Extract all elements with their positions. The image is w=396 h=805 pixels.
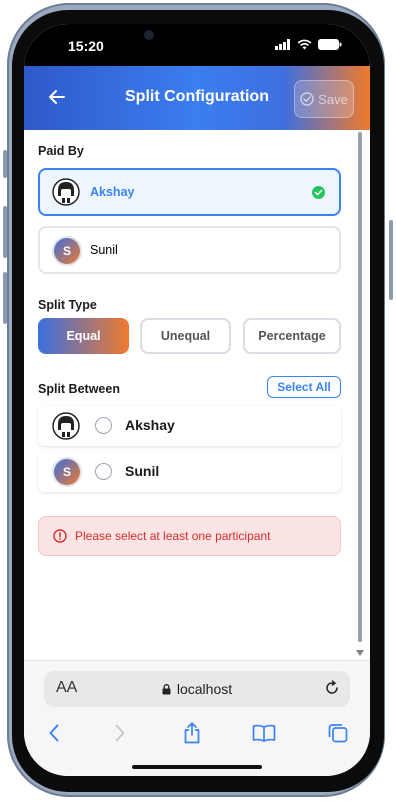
tabs-button[interactable] [324,719,352,747]
browser-chrome: AA localhost [24,660,370,776]
paid-by-label: Paid By [38,144,84,158]
lock-icon [162,683,171,694]
participant-row-sunil[interactable]: S Sunil [38,452,341,492]
bookmarks-button[interactable] [250,719,278,747]
split-type-label: Split Type [38,298,97,312]
mute-switch [3,150,7,178]
participant-name: Akshay [125,417,175,433]
battery-icon [318,39,342,50]
browser-back-button[interactable] [40,719,68,747]
split-type-unequal-button[interactable]: Unequal [140,318,231,354]
book-icon [252,724,276,742]
wifi-icon [297,39,312,50]
avatar [52,178,80,206]
status-time: 15:20 [68,38,104,54]
front-camera [144,30,154,40]
paid-by-name: Akshay [90,185,135,199]
share-icon [184,722,200,744]
participant-row-akshay[interactable]: Akshay [38,406,341,446]
url-text: localhost [176,681,233,697]
browser-forward-button[interactable] [106,719,134,747]
volume-down-button [3,272,7,324]
share-button[interactable] [178,719,206,747]
cartoon-avatar-icon [52,178,80,206]
split-between-label: Split Between [38,382,120,396]
error-message: Please select at least one participant [38,516,341,556]
home-indicator [132,765,262,769]
save-label: Save [318,91,348,107]
participant-checkbox[interactable] [95,417,112,434]
avatar [52,412,80,440]
split-type-equal-button[interactable]: Equal [38,318,129,354]
split-type-percentage-button[interactable]: Percentage [243,318,341,354]
split-type-group: Equal Unequal Percentage [38,318,341,354]
error-text: Please select at least one participant [75,529,271,543]
participant-name: Sunil [125,463,160,479]
main-content: Paid By Akshay S Sunil Split Type Equal [24,130,370,660]
participant-checkbox[interactable] [95,463,112,480]
volume-up-button [3,206,7,258]
avatar: S [54,238,80,264]
save-button[interactable]: Save [294,80,354,118]
reload-icon [326,680,338,694]
power-button [389,220,393,300]
scroll-down-arrow-icon[interactable] [356,650,364,656]
cartoon-avatar-icon [52,412,80,440]
paid-by-option-akshay[interactable]: Akshay [38,168,341,216]
address-bar[interactable]: AA localhost [44,671,350,707]
chevron-right-icon [115,724,125,742]
reload-button[interactable] [324,680,340,701]
app-header: Split Configuration Save [24,66,370,130]
status-bar: 15:20 [24,24,370,66]
check-circle-icon [312,186,325,199]
avatar: S [54,459,80,485]
tabs-icon [328,724,348,743]
chevron-left-icon [49,724,59,742]
alert-circle-icon [53,529,67,543]
scrollbar[interactable] [358,132,362,642]
paid-by-name: Sunil [90,243,118,257]
select-all-button[interactable]: Select All [267,376,341,398]
screen: 15:20 Split Configuration Save Paid By A… [24,24,370,776]
check-circle-icon [300,92,314,106]
status-icons [275,39,342,50]
cellular-signal-icon [275,39,290,50]
paid-by-option-sunil[interactable]: S Sunil [38,226,341,274]
